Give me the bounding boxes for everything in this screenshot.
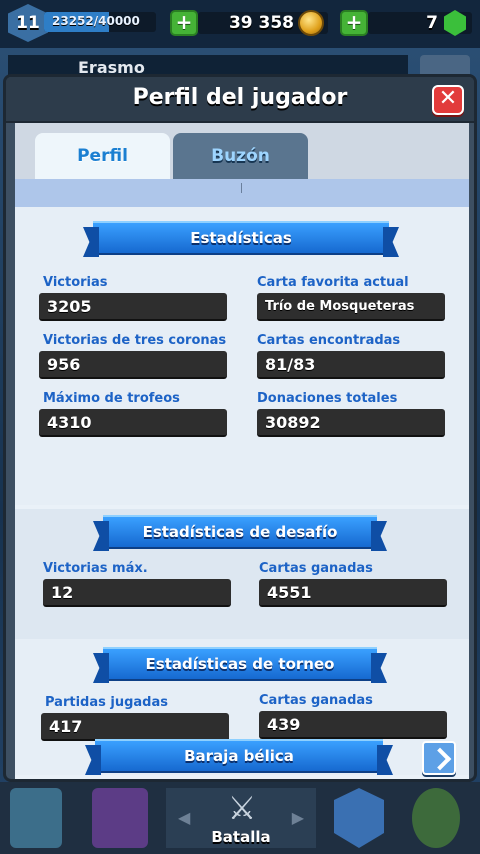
stat-value-matches-played: 417 [41, 713, 229, 741]
nav-clan-icon[interactable] [334, 788, 384, 848]
stat-label-three-crown-wins: Victorias de tres coronas [43, 333, 227, 348]
close-x-icon: ✕ [438, 86, 458, 111]
challenge-section: Estadísticas de desafío Victorias máx. 1… [15, 509, 469, 639]
tab-profile[interactable]: Perfil [35, 133, 170, 179]
modal-header: Perfil del jugador ✕ [6, 77, 474, 123]
tab-inbox[interactable]: Buzón [173, 133, 308, 179]
nav-battle-label: Batalla [211, 828, 271, 846]
buy-gold-button[interactable]: + [170, 10, 198, 36]
gold-amount: 39 358 [228, 13, 294, 33]
stats-section: Estadísticas Victorias 3205 Carta favori… [15, 207, 469, 505]
tournament-banner: Estadísticas de torneo [103, 647, 377, 681]
close-button[interactable]: ✕ [432, 85, 464, 115]
stat-value-challenge-cards-won: 4551 [259, 579, 447, 607]
stat-label-matches-played: Partidas jugadas [45, 695, 168, 710]
stat-value-max-wins: 12 [43, 579, 231, 607]
top-bar: 11 23252/40000 + 39 358 + 7 [0, 0, 480, 48]
stat-value-max-trophies: 4310 [39, 409, 227, 437]
stat-label-max-wins: Victorias máx. [43, 561, 148, 576]
gem-icon [444, 10, 466, 36]
stat-value-favorite-card: Trío de Mosqueteras [257, 293, 445, 321]
challenge-banner: Estadísticas de desafío [103, 515, 377, 549]
xp-bar: 23252/40000 [44, 12, 156, 32]
stat-value-total-donations: 30892 [257, 409, 445, 437]
profile-content[interactable]: Estadísticas Victorias 3205 Carta favori… [15, 179, 469, 779]
stat-label-tournament-cards-won: Cartas ganadas [259, 693, 373, 708]
stat-label-total-donations: Donaciones totales [257, 391, 398, 406]
battle-deck-banner: Baraja bélica [95, 739, 383, 773]
nav-cards-icon[interactable] [92, 788, 148, 848]
stat-label-challenge-cards-won: Cartas ganadas [259, 561, 373, 576]
gold-coin-icon [298, 10, 324, 36]
level-badge[interactable]: 11 [8, 4, 48, 42]
nav-shop-icon[interactable] [10, 788, 62, 848]
gold-counter: 39 358 [198, 10, 328, 36]
level-number: 11 [16, 13, 40, 33]
stat-value-cards-found: 81/83 [257, 351, 445, 379]
stat-label-max-trophies: Máximo de trofeos [43, 391, 180, 406]
modal-title: Perfil del jugador [132, 85, 348, 110]
stat-label-cards-found: Cartas encontradas [257, 333, 401, 348]
stat-label-wins: Victorias [43, 275, 108, 290]
nav-left-arrow-icon: ◀ [178, 808, 191, 827]
stat-value-three-crown-wins: 956 [39, 351, 227, 379]
crossed-swords-icon: ⚔ [227, 789, 257, 827]
bottom-nav: ◀ ⚔ ▶ Batalla [0, 782, 480, 854]
stats-banner: Estadísticas [93, 221, 389, 255]
gem-counter: 7 [368, 10, 472, 36]
buy-gems-button[interactable]: + [340, 10, 368, 36]
stat-value-wins: 3205 [39, 293, 227, 321]
stat-value-tournament-cards-won: 439 [259, 711, 447, 739]
player-profile-modal: Perfil del jugador ✕ Perfil Buzón Estadí… [3, 74, 477, 782]
nav-right-arrow-icon: ▶ [291, 808, 304, 827]
scroll-top-strip [15, 179, 469, 207]
nav-tournament-icon[interactable] [412, 788, 460, 848]
share-deck-icon[interactable] [422, 741, 456, 775]
nav-battle-tab[interactable]: ◀ ⚔ ▶ Batalla [166, 788, 316, 848]
modal-panel: Perfil Buzón Estadísticas Victorias 3205… [15, 123, 469, 779]
gem-amount: 7 [426, 13, 438, 33]
xp-text: 23252/40000 [52, 14, 140, 28]
stat-label-favorite-card: Carta favorita actual [257, 275, 409, 290]
